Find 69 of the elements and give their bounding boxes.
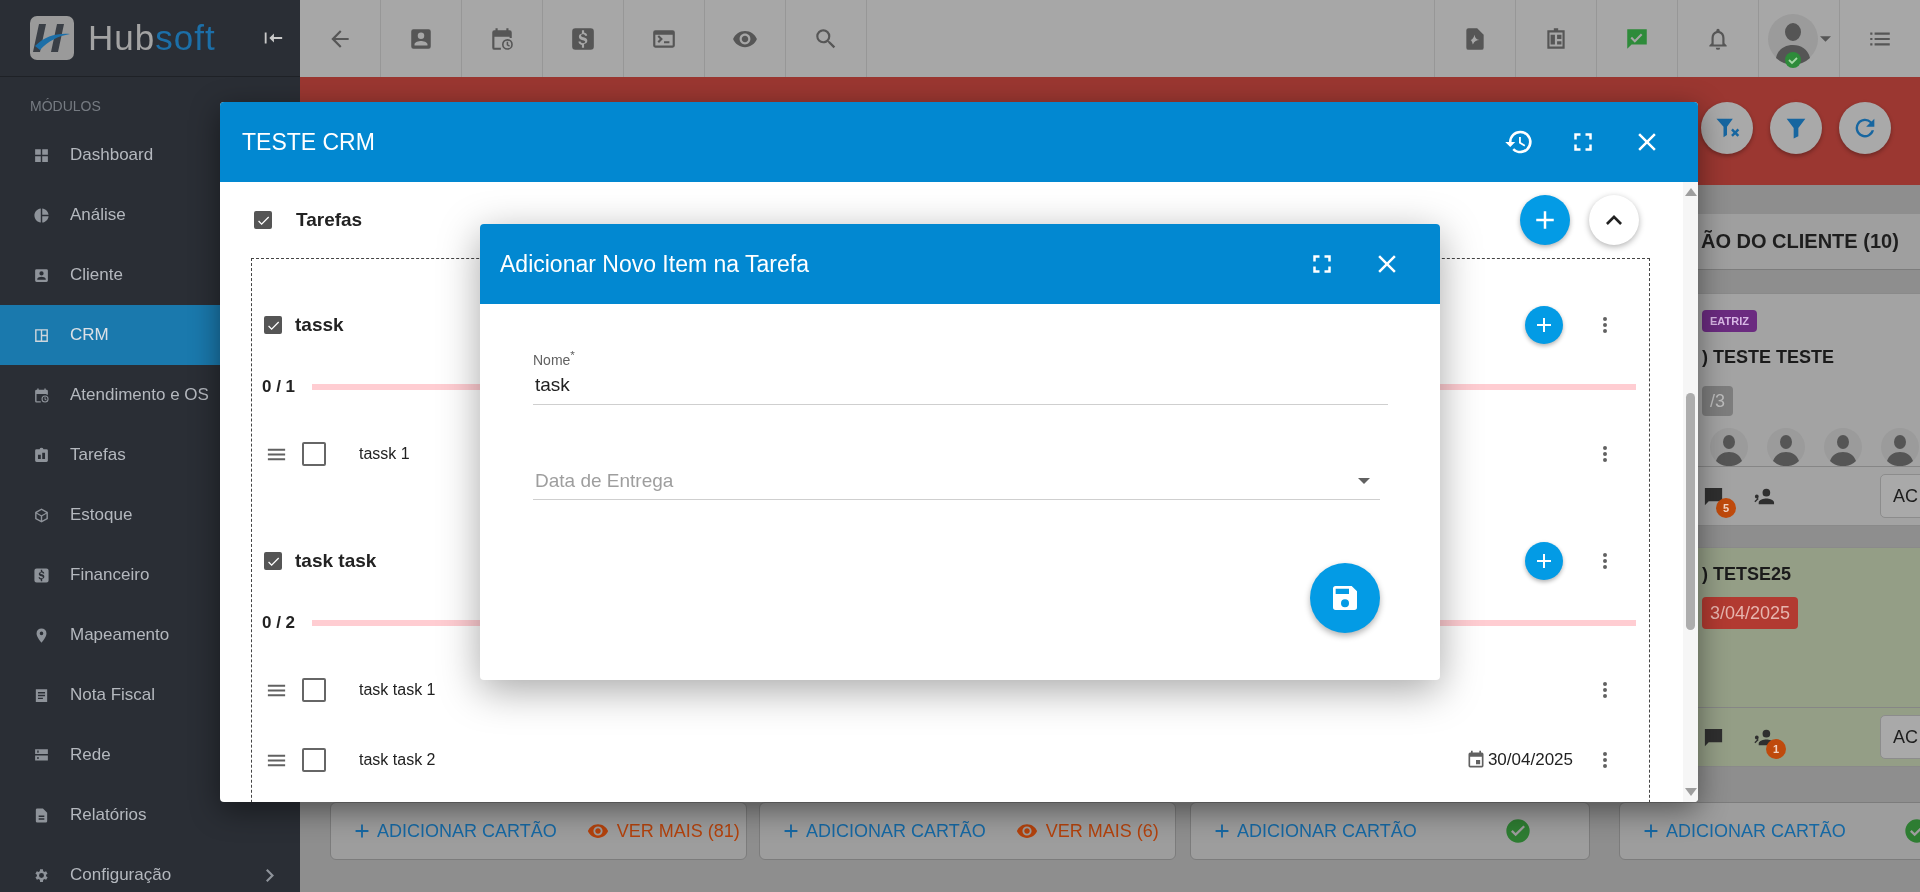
progress-count: 0 / 2	[262, 613, 297, 633]
nav-item[interactable]: Relatórios	[0, 785, 300, 845]
task-item-text: task task 2	[359, 751, 436, 769]
section-title: Tarefas	[296, 209, 363, 231]
collapse-button[interactable]	[1589, 195, 1639, 245]
dialog-title: TESTE CRM	[242, 128, 375, 156]
label-tag: EATRIZ	[1702, 310, 1757, 332]
checkbox[interactable]	[302, 442, 326, 466]
due-date: 30/04/2025	[1487, 750, 1573, 770]
avatar-icon	[1881, 428, 1919, 466]
progress-badge: /3	[1702, 386, 1733, 416]
task-item-text: tassk 1	[359, 445, 410, 463]
card-action-button[interactable]: AC	[1880, 715, 1920, 759]
person-card-icon	[33, 266, 50, 284]
due-date-badge: 3/04/2025	[1702, 597, 1799, 629]
chevron-right-icon	[266, 868, 274, 882]
refresh-button[interactable]	[1839, 102, 1891, 154]
name-input[interactable]: task	[533, 366, 1388, 405]
save-button[interactable]	[1310, 563, 1380, 633]
task-title: task task	[295, 550, 377, 572]
checkbox[interactable]	[302, 748, 326, 772]
grid-icon	[33, 146, 50, 164]
checkbox[interactable]	[254, 211, 272, 229]
nav-item[interactable]: Configuração	[0, 845, 300, 892]
gear-icon	[33, 866, 50, 884]
section-label: MÓDULOS	[29, 97, 102, 116]
caret-down-icon	[1358, 478, 1370, 484]
user-avatar[interactable]	[1767, 13, 1818, 64]
nav-item[interactable]: Nota Fiscal	[0, 665, 300, 725]
task-item-text: task task 1	[359, 681, 436, 699]
nav-item[interactable]: Cliente	[0, 245, 300, 305]
checkbox[interactable]	[302, 678, 326, 702]
pie-chart-icon	[33, 206, 50, 224]
card-title: ) TETSE25	[1702, 563, 1793, 585]
cube-icon	[33, 506, 50, 524]
add-item-button[interactable]	[1525, 306, 1563, 344]
count-badge: 5	[1716, 497, 1736, 518]
progress-count: 0 / 1	[262, 377, 297, 397]
nav-item[interactable]: Tarefas	[0, 425, 300, 485]
chevron-up-icon	[1606, 215, 1622, 225]
card-action-button[interactable]: AC	[1880, 474, 1920, 518]
calendar-clock-icon[interactable]	[489, 25, 515, 52]
document-icon	[33, 686, 50, 704]
nav-item[interactable]: Rede	[0, 725, 300, 785]
board-icon	[33, 326, 50, 344]
nav-item[interactable]: Estoque	[0, 485, 300, 545]
dollar-icon[interactable]	[570, 25, 596, 52]
dialog-title: Adicionar Novo Item na Tarefa	[500, 250, 809, 278]
scrollbar[interactable]	[1683, 182, 1698, 802]
add-item-button[interactable]	[1525, 542, 1563, 580]
avatar-icon	[1824, 428, 1862, 466]
calendar-clock-icon	[33, 386, 50, 404]
avatar-icon	[1710, 428, 1748, 466]
logo-wordmark: Hubsoft	[88, 18, 216, 58]
add-task-button[interactable]	[1520, 195, 1570, 245]
card-title: ) TESTE TESTE	[1702, 346, 1835, 368]
dollar-icon	[33, 566, 50, 584]
report-icon	[33, 806, 50, 824]
avatar-icon	[1767, 428, 1805, 466]
checkbox[interactable]	[264, 316, 282, 334]
filter-button[interactable]	[1770, 102, 1822, 154]
column-title: ÃO DO CLIENTE (10)	[1701, 230, 1899, 253]
checkbox[interactable]	[264, 552, 282, 570]
clipboard-icon	[33, 446, 50, 464]
count-badge: 1	[1766, 738, 1786, 759]
caret-down-icon[interactable]	[1819, 35, 1831, 42]
logo-icon	[30, 16, 74, 60]
filter-clear-button[interactable]	[1701, 102, 1753, 154]
field-label: Nome$^{*}$	[533, 347, 576, 366]
